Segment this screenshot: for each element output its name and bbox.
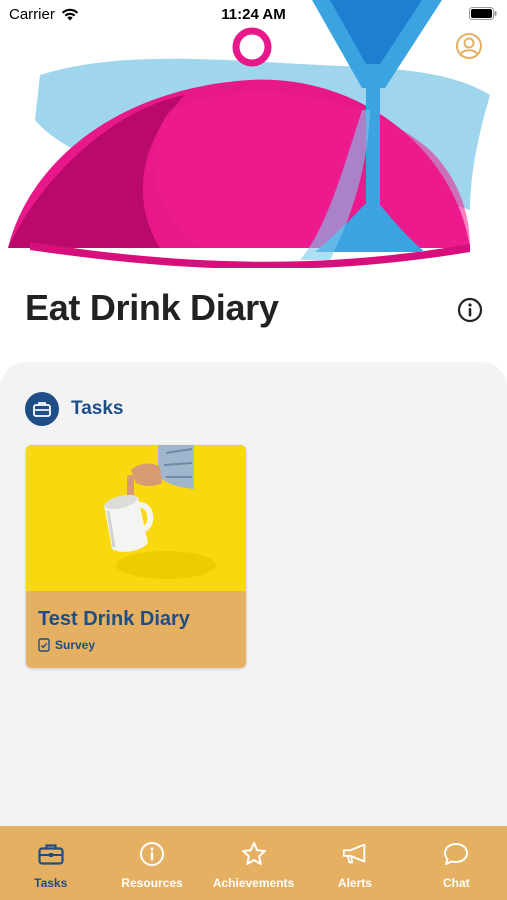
tab-resources[interactable]: Resources	[101, 826, 202, 900]
task-type: Survey	[38, 638, 95, 652]
task-card[interactable]: Test Drink Diary Survey	[26, 445, 246, 668]
star-icon	[240, 840, 268, 868]
info-button[interactable]	[457, 297, 483, 323]
task-title: Test Drink Diary	[38, 608, 190, 630]
task-type-label: Survey	[55, 638, 96, 652]
tab-label: Tasks	[34, 876, 68, 890]
tab-chat[interactable]: Chat	[406, 826, 507, 900]
clock: 11:24 AM	[221, 6, 286, 23]
tab-tasks[interactable]: Tasks	[0, 826, 101, 900]
megaphone-icon	[341, 840, 369, 868]
tab-label: Chat	[442, 876, 470, 890]
tab-bar: Tasks Resources Achievements Alerts Chat	[0, 826, 507, 900]
tasks-section-header: Tasks	[25, 392, 123, 426]
battery-icon	[469, 7, 497, 20]
tab-achievements[interactable]: Achievements	[203, 826, 304, 900]
chat-bubble-icon	[442, 840, 470, 868]
tab-label: Resources	[121, 876, 183, 890]
hand-holding-mug-illustration	[26, 445, 246, 591]
briefcase-icon	[37, 840, 65, 868]
profile-button[interactable]	[455, 32, 483, 60]
cloche-and-glass-illustration	[8, 0, 490, 268]
page-title: Eat Drink Diary	[25, 287, 279, 328]
status-bar: Carrier 11:24 AM	[0, 0, 507, 30]
task-card-image	[26, 445, 246, 591]
hero-illustration	[0, 0, 507, 268]
user-circle-icon	[456, 33, 482, 59]
tab-alerts[interactable]: Alerts	[304, 826, 405, 900]
briefcase-icon	[25, 392, 59, 426]
info-icon	[138, 840, 166, 868]
info-icon	[457, 297, 483, 323]
tab-label: Achievements	[212, 876, 295, 890]
tab-label: Alerts	[337, 876, 372, 890]
survey-clipboard-icon	[38, 638, 50, 652]
section-title: Tasks	[71, 398, 124, 419]
